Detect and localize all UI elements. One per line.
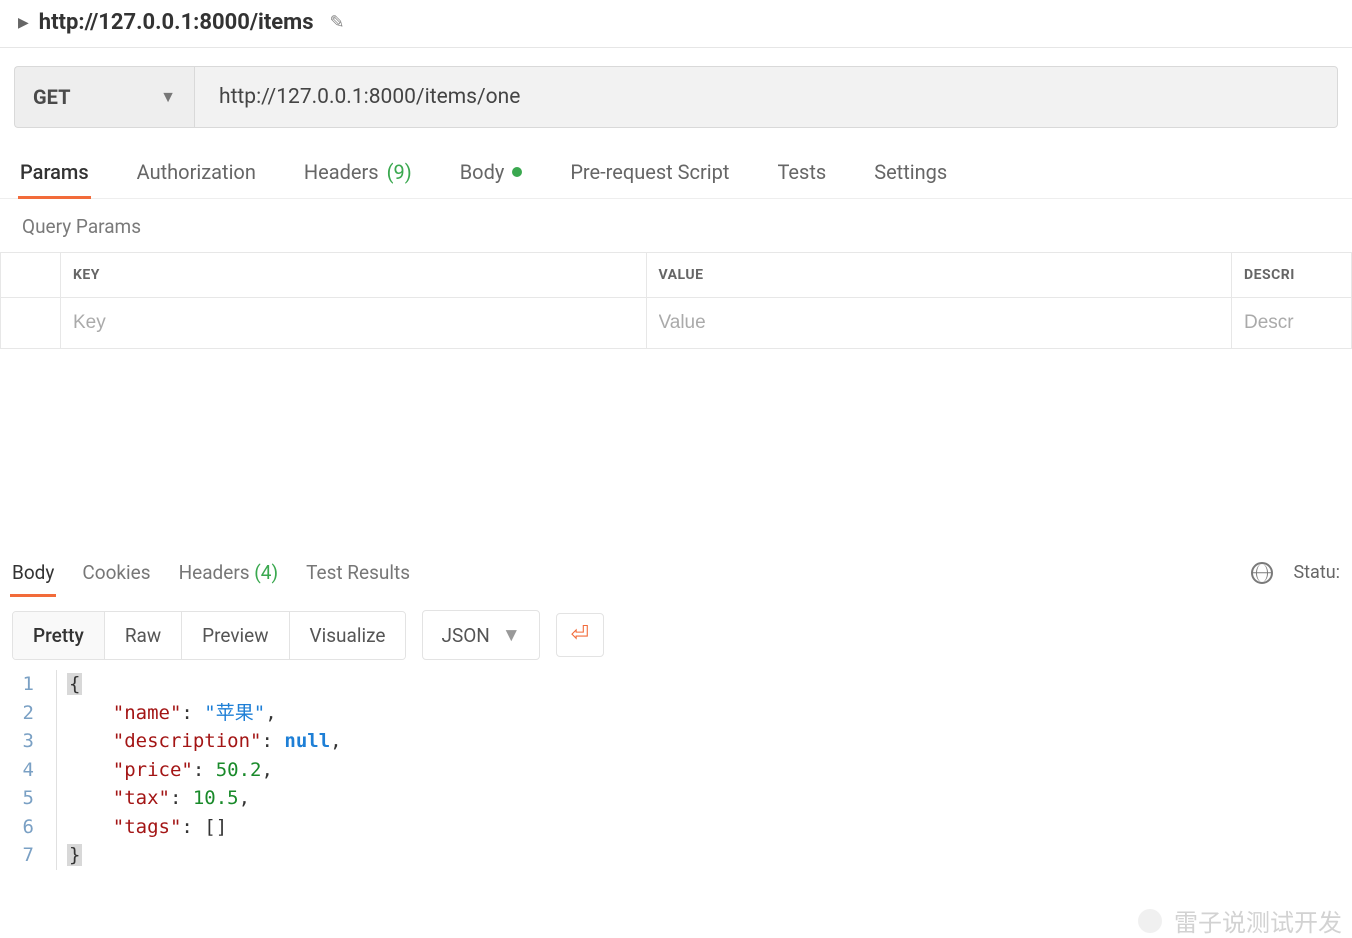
http-method-select[interactable]: GET ▼: [14, 66, 194, 128]
chevron-down-icon: ▼: [160, 87, 176, 107]
column-value: VALUE: [646, 253, 1232, 298]
response-header-row: Body Cookies Headers (4) Test Results St…: [0, 549, 1352, 596]
column-description: DESCRI: [1232, 253, 1352, 298]
tab-body[interactable]: Body: [460, 146, 523, 198]
tab-body-label: Body: [460, 160, 505, 184]
response-tab-cookies[interactable]: Cookies: [82, 549, 150, 596]
format-select-value: JSON: [441, 624, 489, 647]
line-number: 1: [16, 670, 56, 699]
format-select[interactable]: JSON ▼: [422, 610, 539, 660]
response-tab-test-results[interactable]: Test Results: [306, 549, 410, 596]
tab-headers[interactable]: Headers (9): [304, 146, 412, 198]
edit-icon[interactable]: ✎: [330, 12, 345, 33]
tab-tests[interactable]: Tests: [777, 146, 826, 198]
request-tabs: Params Authorization Headers (9) Body Pr…: [0, 146, 1352, 199]
chevron-down-icon: ▼: [502, 623, 521, 647]
view-mode-preview[interactable]: Preview: [181, 612, 288, 659]
line-number: 4: [16, 756, 56, 785]
code-line: 4 "price": 50.2,: [16, 756, 1342, 785]
spacer: [0, 349, 1352, 549]
view-mode-group: Pretty Raw Preview Visualize: [12, 611, 406, 660]
status-label: Statu:: [1293, 562, 1340, 583]
http-method-value: GET: [33, 85, 70, 109]
collapse-arrow-icon[interactable]: ▶: [18, 15, 29, 31]
tab-headers-count: (9): [387, 160, 412, 184]
tab-authorization[interactable]: Authorization: [137, 146, 256, 198]
divider: [0, 47, 1352, 48]
view-mode-visualize[interactable]: Visualize: [289, 612, 406, 659]
body-indicator-dot-icon: [512, 167, 522, 177]
key-input[interactable]: [73, 312, 634, 334]
line-number: 2: [16, 699, 56, 728]
view-mode-pretty[interactable]: Pretty: [13, 612, 104, 659]
watermark: 雷子说测试开发: [1138, 903, 1342, 938]
response-meta: Statu:: [1251, 562, 1340, 584]
tab-params[interactable]: Params: [20, 146, 89, 198]
request-title: http://127.0.0.1:8000/items: [39, 10, 314, 35]
query-params-label: Query Params: [0, 199, 1352, 252]
column-key: KEY: [61, 253, 647, 298]
response-body-code[interactable]: 1{2 "name": "苹果",3 "description": null,4…: [0, 668, 1352, 880]
tab-pre-request[interactable]: Pre-request Script: [570, 146, 729, 198]
watermark-text: 雷子说测试开发: [1174, 903, 1342, 938]
response-tab-headers-count: (4): [254, 561, 278, 584]
code-line: 3 "description": null,: [16, 727, 1342, 756]
view-mode-raw[interactable]: Raw: [104, 612, 181, 659]
table-row: [1, 298, 1352, 349]
request-url-input[interactable]: http://127.0.0.1:8000/items/one: [194, 66, 1338, 128]
globe-icon[interactable]: [1251, 562, 1273, 584]
tab-headers-label: Headers: [304, 160, 379, 184]
code-line: 5 "tax": 10.5,: [16, 784, 1342, 813]
line-number: 7: [16, 841, 56, 870]
wrap-lines-button[interactable]: ⏎: [556, 613, 604, 657]
response-controls: Pretty Raw Preview Visualize JSON ▼ ⏎: [0, 596, 1352, 668]
request-url-value: http://127.0.0.1:8000/items/one: [219, 85, 520, 109]
checkbox-cell[interactable]: [1, 298, 61, 349]
line-number: 5: [16, 784, 56, 813]
request-title-bar: ▶ http://127.0.0.1:8000/items ✎: [0, 0, 1352, 47]
code-line: 2 "name": "苹果",: [16, 699, 1342, 728]
response-tabs: Body Cookies Headers (4) Test Results: [12, 549, 410, 596]
code-line: 7}: [16, 841, 1342, 870]
response-tab-headers[interactable]: Headers (4): [179, 549, 279, 596]
response-tab-headers-label: Headers: [179, 561, 250, 584]
column-checkbox: [1, 253, 61, 298]
request-row: GET ▼ http://127.0.0.1:8000/items/one: [14, 66, 1338, 128]
tab-settings[interactable]: Settings: [874, 146, 947, 198]
line-number: 3: [16, 727, 56, 756]
description-input[interactable]: [1244, 312, 1339, 334]
response-tab-body[interactable]: Body: [12, 549, 54, 596]
query-params-table: KEY VALUE DESCRI: [0, 252, 1352, 349]
wrap-lines-icon: ⏎: [571, 624, 589, 646]
line-number: 6: [16, 813, 56, 842]
value-input[interactable]: [659, 312, 1220, 334]
code-line: 6 "tags": []: [16, 813, 1342, 842]
code-line: 1{: [16, 670, 1342, 699]
